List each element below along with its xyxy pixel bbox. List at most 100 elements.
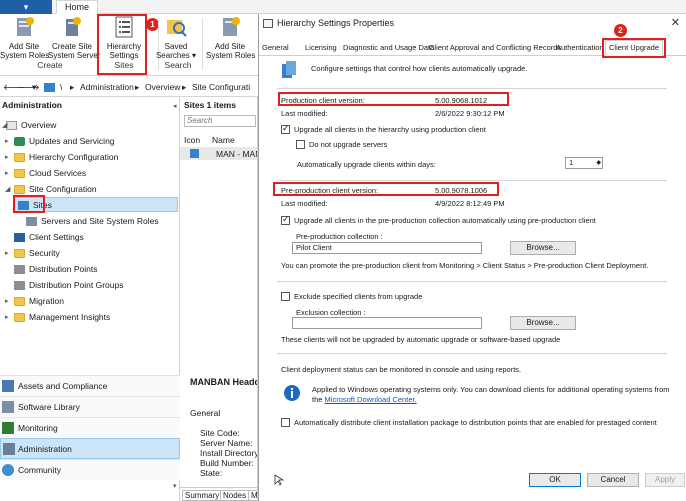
tree-item-servers-and-site-system-roles[interactable]: Servers and Site System Roles <box>26 214 159 229</box>
tab-summary[interactable]: Summary <box>182 490 223 501</box>
intro-text: Configure settings that control how clie… <box>311 64 528 73</box>
tree-label: Distribution Point Groups <box>29 280 124 290</box>
tab-nodes[interactable]: Nodes <box>220 490 250 501</box>
add-site-system-roles-button-2[interactable]: Add Site System Roles <box>206 16 256 60</box>
expand-arrow-icon[interactable]: ▸ <box>5 246 9 261</box>
tree-label: Cloud Services <box>29 168 87 178</box>
tree-item-management-insights[interactable]: ▸ Management Insights <box>5 310 110 325</box>
updates-icon <box>14 137 25 147</box>
tree-label: Hierarchy Configuration <box>29 152 119 162</box>
add-site-system-roles-label-2: Add Site System Roles <box>206 42 256 60</box>
upgrade-days-stepper[interactable]: 1 ◆ <box>565 157 603 169</box>
upgrade-days-value: 1 <box>569 158 574 167</box>
table-row[interactable]: MAN - MAN <box>180 147 257 160</box>
divider <box>277 353 667 354</box>
microsoft-download-center-link[interactable]: Microsoft Download Center. <box>325 395 417 404</box>
tree-item-cloud-services[interactable]: ▸ Cloud Services <box>5 166 87 181</box>
create-site-system-server-label: Create Site System Server <box>48 42 101 60</box>
file-tab[interactable]: ▾ <box>0 0 52 14</box>
ribbon-tab-strip: ▾ Home <box>0 0 686 14</box>
do-not-upgrade-servers-checkbox[interactable] <box>296 140 305 149</box>
spinner-icon[interactable]: ◆ <box>596 158 601 168</box>
detail-key: Build Number: <box>200 458 254 468</box>
browse-exclusion-button[interactable]: Browse... <box>510 316 576 330</box>
tree-item-hierarchy-configuration[interactable]: ▸ Hierarchy Configuration <box>5 150 119 165</box>
overview-icon <box>6 121 17 131</box>
promote-note: You can promote the pre-production clien… <box>281 261 649 270</box>
server-create-icon <box>66 17 81 36</box>
add-site-system-roles-label: Add Site System Roles <box>0 42 50 60</box>
breadcrumb-chevron-icon: ▸ <box>135 82 140 92</box>
navigation-pane: Administration ◂ ◢ Overview ▸ Updates an… <box>0 97 180 501</box>
cancel-button[interactable]: Cancel <box>587 473 639 487</box>
expand-arrow-icon[interactable]: ▸ <box>5 294 9 309</box>
workspace-monitoring[interactable]: Monitoring <box>0 417 180 438</box>
column-header-name[interactable]: Name <box>212 135 235 145</box>
close-button[interactable]: ✕ <box>671 16 680 29</box>
tree-item-overview[interactable]: ◢ Overview <box>2 118 57 133</box>
exclusion-collection-field[interactable] <box>292 317 482 329</box>
expand-arrow-icon[interactable]: ▸ <box>5 134 9 149</box>
tree-item-security[interactable]: ▸ Security <box>5 246 60 261</box>
search-input[interactable]: Search <box>184 115 256 127</box>
tab-more[interactable]: M <box>248 490 257 501</box>
history-dropdown-icon[interactable]: ▾ <box>32 82 36 93</box>
tree-item-updates-and-servicing[interactable]: ▸ Updates and Servicing <box>5 134 115 149</box>
collapse-arrow-icon[interactable]: ◢ <box>2 118 7 133</box>
add-site-system-roles-button[interactable]: Add Site System Roles <box>0 16 50 60</box>
community-icon <box>2 464 14 476</box>
tab-client-approval[interactable]: Client Approval and Conflicting Records <box>429 43 561 52</box>
browse-preproduction-button[interactable]: Browse... <box>510 241 576 255</box>
tab-diagnostic-and-usage-data[interactable]: Diagnostic and Usage Data <box>343 43 434 52</box>
administration-icon <box>3 443 15 455</box>
highlight-production-version <box>278 92 509 106</box>
preproduction-collection-field[interactable]: Pilot Client <box>292 242 482 254</box>
breadcrumb-administration[interactable]: Administration <box>80 82 134 92</box>
detail-key: State: <box>200 468 223 478</box>
expand-arrow-icon[interactable]: ▸ <box>5 310 9 325</box>
folder-icon <box>14 153 25 163</box>
tab-authentication[interactable]: Authentication <box>556 43 604 52</box>
workspace-overflow-icon[interactable]: ▾ <box>173 482 177 490</box>
breadcrumb-overview[interactable]: Overview <box>145 82 180 92</box>
prestaged-content-checkbox[interactable] <box>281 418 290 427</box>
create-site-system-server-button[interactable]: Create Site System Server <box>48 16 101 60</box>
tree-item-distribution-points[interactable]: Distribution Points <box>14 262 98 277</box>
upgrade-all-checkbox[interactable] <box>281 123 290 134</box>
collapse-arrow-icon[interactable]: ◢ <box>5 182 10 197</box>
exclude-note: These clients will not be upgraded by au… <box>281 335 561 344</box>
tab-licensing[interactable]: Licensing <box>305 43 337 52</box>
ok-button[interactable]: OK <box>529 473 581 487</box>
saved-searches-button[interactable]: Saved Searches ▾ <box>152 16 200 60</box>
tab-general[interactable]: General <box>262 43 289 52</box>
expand-arrow-icon[interactable]: ▸ <box>5 166 9 181</box>
breadcrumb-site-configuration[interactable]: Site Configurati <box>192 82 250 92</box>
forward-icon[interactable]: 🡒 <box>17 82 40 93</box>
tree-label: Overview <box>21 120 57 130</box>
tree-item-distribution-point-groups[interactable]: Distribution Point Groups <box>14 278 124 293</box>
status-note: Client deployment status can be monitore… <box>281 365 522 374</box>
upgrade-preproduction-checkbox[interactable] <box>281 214 290 225</box>
exclude-clients-checkbox[interactable] <box>281 292 290 301</box>
expand-arrow-icon[interactable]: ▸ <box>5 150 9 165</box>
nav-title: Administration <box>2 100 62 110</box>
highlight-client-upgrade-tab <box>602 38 666 58</box>
list-header: Sites 1 items <box>184 100 236 110</box>
column-header-icon[interactable]: Icon <box>184 135 200 145</box>
ribbon-group-sites: Sites <box>114 60 134 70</box>
breadcrumb-root[interactable]: \ <box>60 82 62 92</box>
tree-item-client-settings[interactable]: Client Settings <box>14 230 84 245</box>
tree-item-migration[interactable]: ▸ Migration <box>5 294 64 309</box>
help-pointer-icon[interactable] <box>273 474 285 486</box>
workspace-software-library[interactable]: Software Library <box>0 396 180 417</box>
collapse-pane-icon[interactable]: ◂ <box>173 102 177 110</box>
callout-badge-2: 2 <box>614 24 627 37</box>
workspace-assets-and-compliance[interactable]: Assets and Compliance <box>0 375 180 396</box>
client-settings-icon <box>14 233 25 243</box>
workspace-administration[interactable]: Administration <box>0 438 180 459</box>
tree-label: Distribution Points <box>29 264 98 274</box>
workspace-community[interactable]: Community <box>0 459 180 480</box>
apply-button[interactable]: Apply <box>645 473 685 487</box>
tab-home[interactable]: Home <box>56 0 99 14</box>
dialog-footer: OK Cancel Apply <box>259 468 686 501</box>
